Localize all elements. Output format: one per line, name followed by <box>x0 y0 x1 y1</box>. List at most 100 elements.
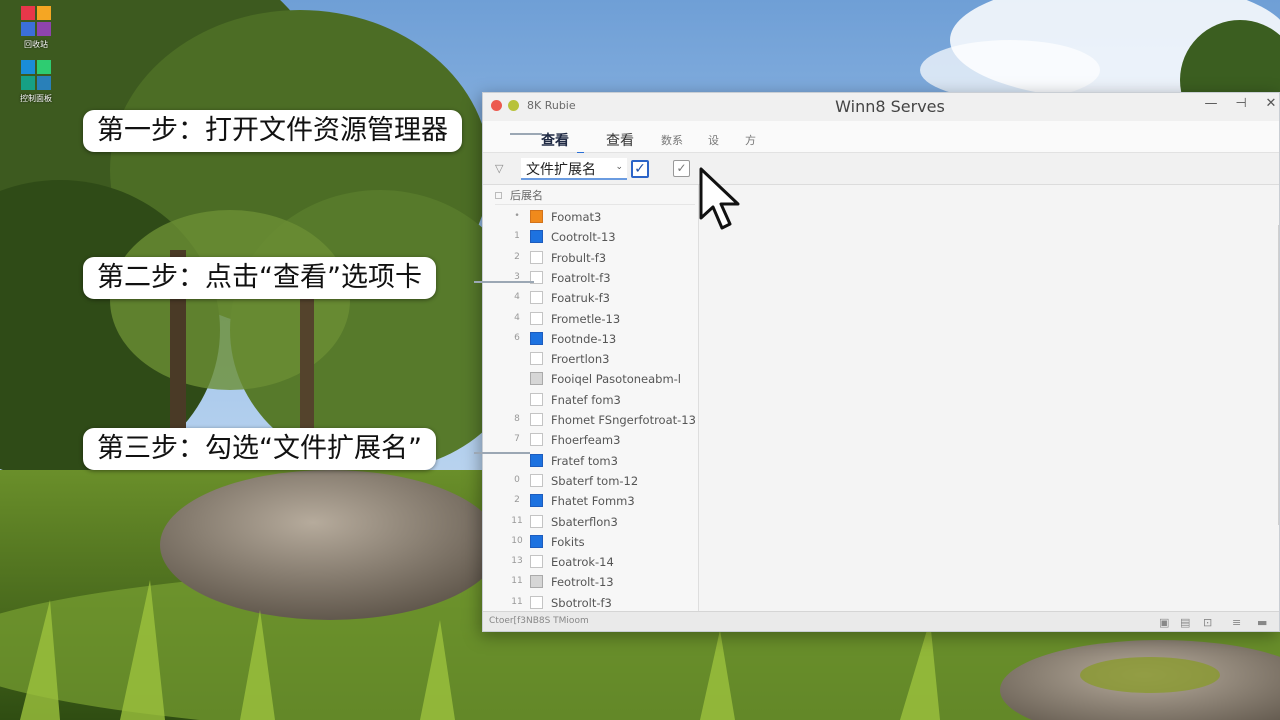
step-3-leader-line <box>474 452 530 454</box>
list-item-index: 2 <box>514 251 520 262</box>
view-toolbar: ▽ 文件扩展名 ⌄ ✓ ✓ <box>483 153 1279 185</box>
list-item-index: 11 <box>511 515 523 526</box>
list-item[interactable]: • Foomat3 <box>483 207 699 227</box>
content-pane[interactable] <box>700 185 1279 611</box>
list-item-index: 6 <box>514 332 520 343</box>
nav-header: 后展名 <box>495 187 695 205</box>
list-item-label: Footnde-13 <box>551 331 617 346</box>
list-item-checkbox[interactable] <box>530 392 543 406</box>
list-item-label: Foatruk-f3 <box>551 291 610 306</box>
app-icon <box>19 58 53 92</box>
list-item[interactable]: Fnatef fom3 <box>483 390 699 410</box>
close-button[interactable]: ✕ <box>1261 96 1279 111</box>
ribbon-tabs: 查看 查看 数系 设 方 <box>483 121 1279 154</box>
minimize-button[interactable]: — <box>1201 96 1221 111</box>
list-item-checkbox[interactable] <box>530 433 543 447</box>
list-item-label: Fnatef fom3 <box>551 392 621 407</box>
maximize-button[interactable]: ⊣ <box>1231 96 1251 111</box>
list-item-index: 7 <box>514 434 520 445</box>
step-3-callout: 第三步：勾选“文件扩展名” <box>83 428 436 470</box>
list-item-label: Fhatet Fomm3 <box>551 494 635 509</box>
status-bar: Ctoer[f3NB8S TMioom ▣ ▤ ⊡ ≡ ▬ <box>483 611 1279 631</box>
list-item-label: Eoatrok-14 <box>551 555 614 570</box>
list-item-checkbox[interactable] <box>530 331 543 345</box>
list-item[interactable]: Froertlon3 <box>483 349 699 369</box>
file-explorer-window: 8K Rubie Winn8 Serves — ⊣ ✕ 查看 查看 数系 设 方… <box>482 92 1280 632</box>
tab-view-active[interactable]: 查看 <box>541 130 584 154</box>
tab-3[interactable]: 数系 <box>661 132 683 148</box>
tab-4[interactable]: 设 <box>708 132 719 148</box>
list-item[interactable]: 10 Fokits <box>483 532 699 552</box>
title-bar[interactable]: 8K Rubie Winn8 Serves — ⊣ ✕ <box>483 93 1279 121</box>
list-item[interactable]: 11 Sbotrolt-f3 <box>483 593 699 613</box>
list-item-checkbox[interactable] <box>530 453 543 467</box>
list-item-label: Sbaterf tom-12 <box>551 473 639 488</box>
list-item-checkbox[interactable] <box>530 250 543 264</box>
list-item[interactable]: 4 Frometle-13 <box>483 309 699 329</box>
tab-view[interactable]: 查看 <box>606 130 634 150</box>
secondary-checkbox[interactable]: ✓ <box>673 160 690 177</box>
triangle-down-icon[interactable]: ▽ <box>495 162 503 175</box>
list-item-label: Fhomet FSngerfotroat-13 <box>551 413 696 427</box>
file-extension-checkbox[interactable]: ✓ <box>631 160 649 178</box>
step-1-callout: 第一步：打开文件资源管理器 <box>83 110 462 152</box>
file-extension-dropdown[interactable]: 文件扩展名 ⌄ <box>521 158 627 180</box>
list-item[interactable]: 3 Foatrolt-f3 <box>483 268 699 288</box>
desktop-icon-2[interactable]: 控制面板 <box>14 58 58 104</box>
list-item[interactable]: 6 Footnde-13 <box>483 329 699 349</box>
list-item-checkbox[interactable] <box>530 352 543 366</box>
list-item-checkbox[interactable] <box>530 534 543 548</box>
mouse-cursor-icon <box>699 167 740 230</box>
list-item-label: Fooiqel Pasotoneabm-l <box>551 372 681 387</box>
list-item-checkbox[interactable] <box>530 291 543 305</box>
list-item-checkbox[interactable] <box>530 311 543 325</box>
list-item-checkbox[interactable] <box>530 595 543 609</box>
list-item-label: Feotrolt-13 <box>551 575 614 590</box>
app-icon <box>19 4 53 38</box>
list-item-label: Froertlon3 <box>551 352 610 367</box>
tab-5[interactable]: 方 <box>745 132 756 148</box>
list-item-index: 8 <box>514 414 520 424</box>
list-item-label: Foomat3 <box>551 210 602 224</box>
list-item-checkbox[interactable] <box>530 210 543 223</box>
list-item[interactable]: 4 Foatruk-f3 <box>483 288 699 308</box>
list-item[interactable]: 13 Eoatrok-14 <box>483 552 699 572</box>
list-item-label: Sbaterflon3 <box>551 514 618 529</box>
list-item-checkbox[interactable] <box>530 473 543 487</box>
list-item[interactable]: 0 Sbaterf tom-12 <box>483 471 699 491</box>
list-item[interactable]: 11 Feotrolt-13 <box>483 572 699 592</box>
list-item-index: 4 <box>514 292 520 303</box>
file-extension-label: 文件扩展名 <box>526 162 596 178</box>
list-item[interactable]: Fooiqel Pasotoneabm-l <box>483 369 699 389</box>
list-item[interactable]: 7 Fhoerfeam3 <box>483 430 699 450</box>
list-item-checkbox[interactable] <box>530 372 543 386</box>
list-item-label: Foatrolt-f3 <box>551 270 611 285</box>
menu-icon[interactable]: ≡ <box>1232 616 1241 629</box>
list-item-label: Frobult-f3 <box>551 250 607 265</box>
bar-icon[interactable]: ▬ <box>1257 616 1267 629</box>
list-item-checkbox[interactable] <box>530 494 543 508</box>
desktop-icon-1[interactable]: 回收站 <box>14 4 58 50</box>
list-item-checkbox[interactable] <box>530 413 543 426</box>
step-2-leader-line <box>474 281 534 283</box>
list-item[interactable]: 2 Fhatet Fomm3 <box>483 491 699 511</box>
list-item[interactable]: 8 Fhomet FSngerfotroat-13 <box>483 410 699 430</box>
list-item-checkbox[interactable] <box>530 514 543 528</box>
list-item-index: 1 <box>514 231 520 242</box>
step-1-leader-line <box>510 133 542 135</box>
list-item-index: 0 <box>514 474 520 485</box>
details-view-icon[interactable]: ▣ <box>1159 616 1169 629</box>
list-item-label: Cootrolt-13 <box>551 230 616 245</box>
list-view-icon[interactable]: ▤ <box>1180 616 1190 629</box>
list-item-index: 10 <box>511 535 523 546</box>
list-item-checkbox[interactable] <box>530 555 543 569</box>
list-item[interactable]: 1 Cootrolt-13 <box>483 227 699 247</box>
list-item[interactable]: 11 Sbaterflon3 <box>483 512 699 532</box>
list-item-checkbox[interactable] <box>530 230 543 244</box>
list-item-label: Fokits <box>551 534 585 549</box>
desktop-icon-caption: 回收站 <box>24 40 48 49</box>
list-item-checkbox[interactable] <box>530 575 543 589</box>
tiles-view-icon[interactable]: ⊡ <box>1203 616 1212 629</box>
list-item[interactable]: 2 Frobult-f3 <box>483 248 699 268</box>
list-item-label: Fratef tom3 <box>551 453 618 468</box>
